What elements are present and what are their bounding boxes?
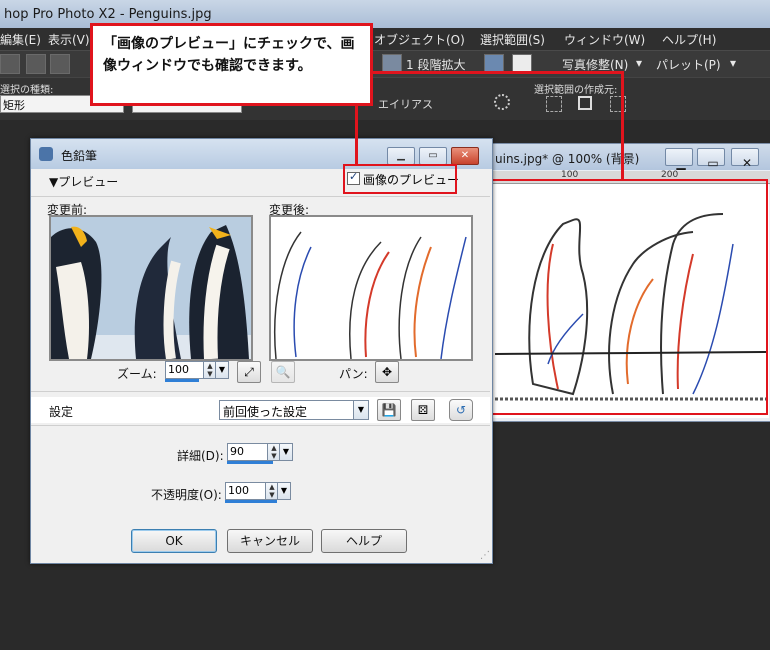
chevron-down-icon: ▼ — [353, 401, 368, 419]
save-icon: 💾 — [381, 403, 397, 417]
menu-edit[interactable]: 編集(E) — [0, 31, 41, 48]
divider — [31, 196, 490, 197]
divider — [31, 391, 490, 392]
divider — [31, 425, 490, 426]
zoom-fit-button[interactable]: ⤢ — [237, 361, 261, 383]
selection-rect-icon[interactable] — [578, 96, 592, 110]
detail-dropdown[interactable]: ▼ — [279, 443, 293, 461]
detail-input[interactable]: 90 ▲ ▼ — [227, 443, 281, 461]
opacity-input[interactable]: 100 ▲ ▼ — [225, 482, 279, 500]
dialog-close-button[interactable]: ✕ — [451, 147, 479, 165]
detail-label: 詳細(D): — [177, 449, 224, 463]
arrow-tool-icon[interactable] — [0, 54, 20, 74]
randomize-button[interactable]: ⚄ — [411, 399, 435, 421]
pan-label: パン: — [339, 367, 368, 381]
pan-button[interactable]: ✥ — [375, 361, 399, 383]
dialog-app-icon — [39, 147, 53, 161]
minimize-icon: ▁ — [676, 156, 686, 170]
callout: 「画像のプレビュー」にチェックで、画像ウィンドウでも確認できます。 — [90, 23, 373, 106]
menu-selection[interactable]: 選択範囲(S) — [480, 31, 545, 48]
menu-help[interactable]: ヘルプ(H) — [662, 31, 716, 48]
selection-mode-icon[interactable] — [546, 96, 562, 112]
save-icon[interactable] — [26, 54, 46, 74]
save-as-icon[interactable] — [50, 54, 70, 74]
close-icon: ✕ — [460, 150, 470, 161]
antialias-icon[interactable] — [494, 94, 510, 110]
close-icon: ✕ — [741, 156, 753, 170]
palette-arrow-icon[interactable]: ▾ — [636, 56, 642, 70]
maximize-icon: ▭ — [428, 150, 438, 161]
opacity-slider[interactable] — [225, 500, 277, 503]
zoom-dropdown[interactable]: ▼ — [215, 361, 229, 379]
palette-dropdown-icon[interactable]: ▾ — [730, 56, 736, 70]
minimize-button[interactable]: ▁ — [665, 148, 693, 170]
maximize-button[interactable]: ▭ — [697, 148, 725, 170]
create-from-label: 選択範囲の作成元: — [534, 85, 618, 96]
zoom-preview-button[interactable]: 🔍 — [271, 361, 295, 383]
antialias-label: エイリアス — [378, 98, 433, 111]
pan-icon: ✥ — [381, 365, 393, 379]
minimize-icon: ▁ — [397, 150, 405, 161]
select-type-label: 選択の種類: — [0, 85, 54, 96]
image-preview-highlight — [343, 164, 457, 194]
save-preset-button[interactable]: 💾 — [377, 399, 401, 421]
colored-pencil-dialog: 色鉛筆 ▁ ▭ ✕ ▼プレビュー ✓ 画像のプレビュー 変更前: 変更後: ズー… — [30, 138, 493, 564]
opacity-label: 不透明度(O): — [151, 488, 222, 502]
callout-connector — [355, 106, 358, 164]
palette-menu[interactable]: パレット(P) — [656, 56, 721, 73]
fit-window-icon: ⤢ — [244, 365, 254, 379]
callout-text: 「画像のプレビュー」にチェックで、画像ウィンドウでも確認できます。 — [103, 36, 355, 74]
callout-connector — [373, 71, 623, 74]
reset-button[interactable]: ↺ — [449, 399, 473, 421]
callout-connector — [621, 71, 624, 180]
magnifier-icon: 🔍 — [275, 365, 291, 379]
help-button[interactable]: ヘルプ — [321, 529, 407, 553]
opacity-dropdown[interactable]: ▼ — [277, 482, 291, 500]
settings-dropdown[interactable]: 前回使った設定 ▼ — [219, 400, 369, 420]
image-window-title-bar[interactable]: uins.jpg* @ 100% (背景) ▁ ▭ ✕ — [491, 144, 770, 170]
maximize-icon: ▭ — [707, 156, 719, 170]
cancel-button[interactable]: キャンセル — [227, 529, 313, 553]
settings-label: 設定 — [49, 405, 74, 419]
before-preview[interactable] — [49, 215, 253, 361]
close-button[interactable]: ✕ — [731, 148, 759, 170]
menu-object[interactable]: オブジェクト(O) — [374, 31, 465, 48]
ok-button[interactable]: OK — [131, 529, 217, 553]
settings-row: 設定 前回使った設定 ▼ 💾 ⚄ ↺ — [31, 397, 490, 423]
menu-window[interactable]: ウィンドウ(W) — [564, 31, 645, 48]
preview-toggle[interactable]: ▼プレビュー — [49, 173, 118, 190]
resize-grip-icon[interactable]: ⋰ — [480, 550, 490, 561]
dice-icon: ⚄ — [417, 403, 429, 417]
menu-view[interactable]: 表示(V) — [48, 31, 90, 48]
zoom-slider[interactable] — [165, 379, 199, 382]
dialog-maximize-button[interactable]: ▭ — [419, 147, 447, 165]
zoom-label: ズーム: — [117, 367, 157, 381]
dialog-title: 色鉛筆 — [61, 149, 98, 163]
app-title: hop Pro Photo X2 - Penguins.jpg — [4, 7, 212, 22]
zoom-input[interactable]: 100 ▲ ▼ — [165, 361, 217, 379]
dialog-minimize-button[interactable]: ▁ — [387, 147, 415, 165]
image-window-title: uins.jpg* @ 100% (背景) — [495, 152, 640, 166]
image-window-highlight — [488, 179, 768, 415]
after-preview[interactable] — [269, 215, 473, 361]
detail-slider[interactable] — [227, 461, 273, 464]
reset-icon: ↺ — [455, 403, 467, 417]
